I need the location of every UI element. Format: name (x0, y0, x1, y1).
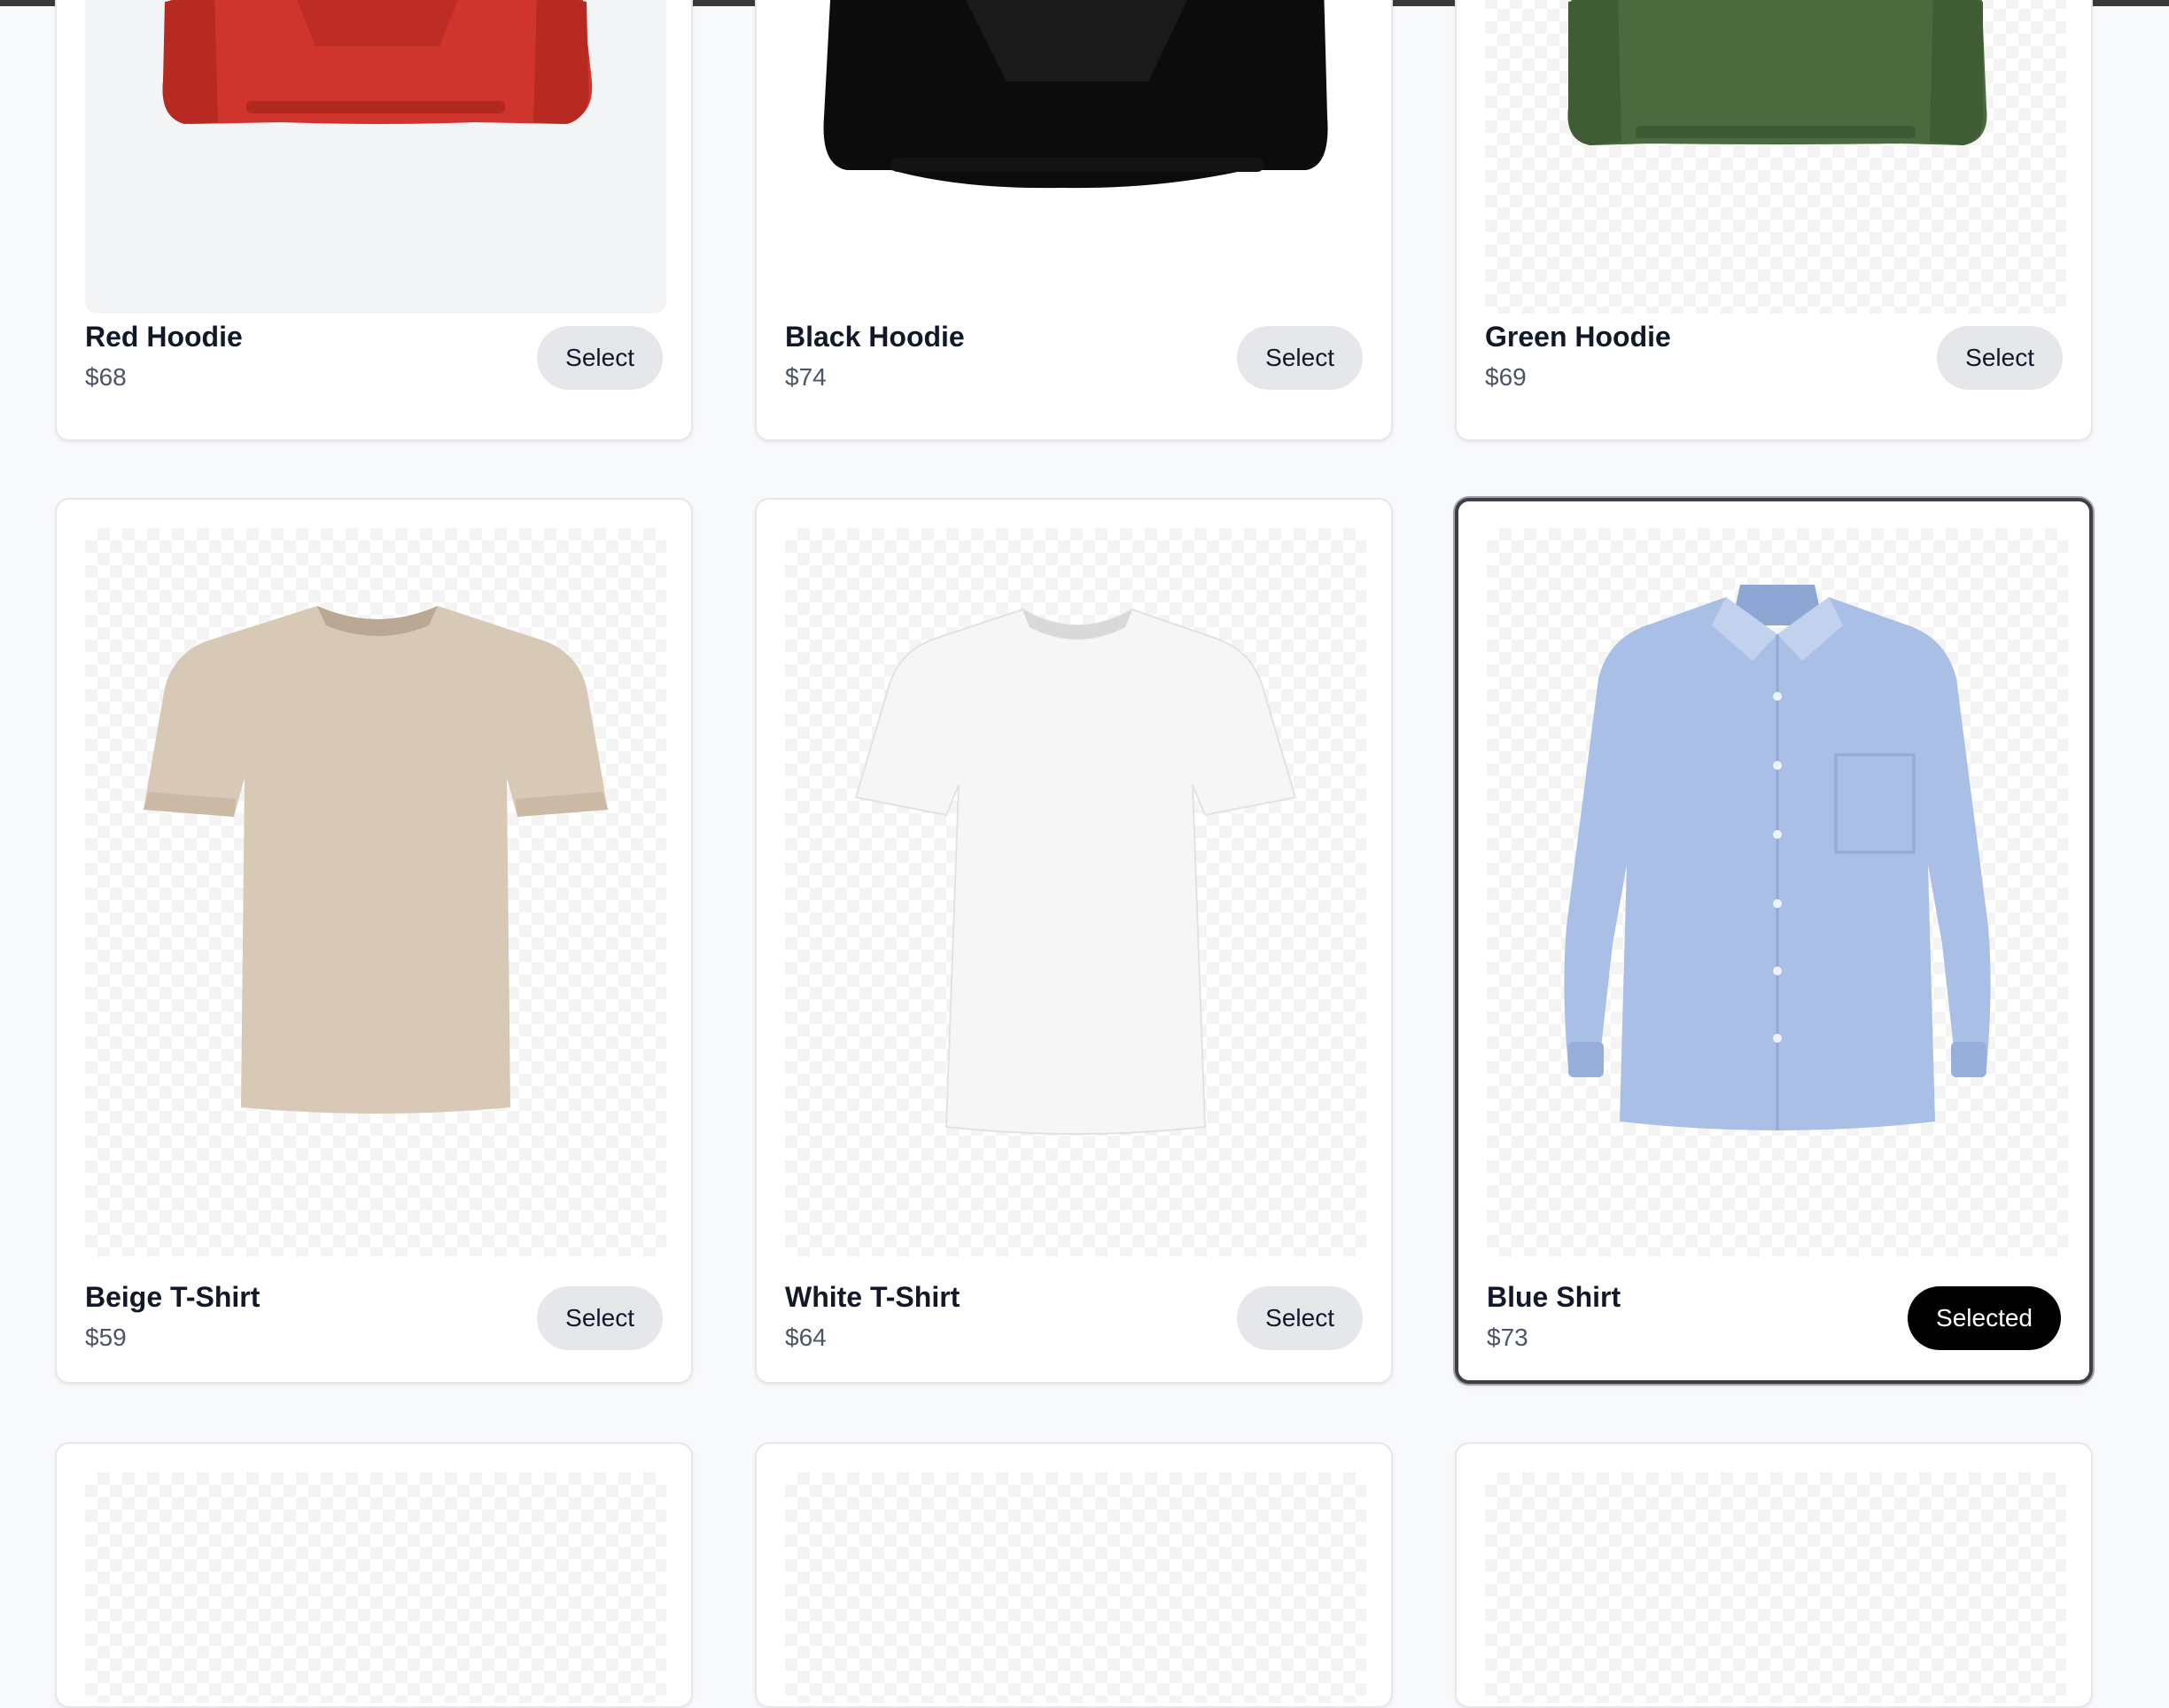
product-card-partial[interactable] (1455, 1442, 2093, 1708)
red-hoodie-image (162, 0, 593, 124)
product-card-black-hoodie[interactable]: Black Hoodie $74 Select (755, 0, 1393, 441)
product-card-green-hoodie[interactable]: Green Hoodie $69 Select (1455, 0, 2093, 441)
product-price: $68 (85, 363, 127, 391)
product-price: $59 (85, 1324, 127, 1351)
product-name: Red Hoodie (85, 321, 243, 353)
product-image-frame (1487, 528, 2068, 1256)
product-price: $64 (785, 1324, 827, 1351)
product-image-frame (85, 528, 666, 1256)
product-price: $73 (1487, 1324, 1528, 1351)
select-button[interactable]: Select (537, 326, 663, 390)
product-image-frame (785, 528, 1366, 1256)
product-card-beige-tshirt[interactable]: Beige T-Shirt $59 Select (55, 498, 693, 1384)
product-grid: Red Hoodie $68 Select Black Hoodie $74 S… (0, 0, 2169, 1708)
product-card-red-hoodie[interactable]: Red Hoodie $68 Select (55, 0, 693, 441)
product-card-blue-shirt[interactable]: Blue Shirt $73 Selected (1455, 498, 2093, 1384)
black-hoodie-image (823, 0, 1328, 189)
product-card-partial[interactable] (755, 1442, 1393, 1708)
blue-shirt-image (1564, 585, 1991, 1130)
product-name: Blue Shirt (1487, 1281, 1621, 1313)
select-button[interactable]: Select (1237, 1286, 1363, 1350)
product-card-white-tshirt[interactable]: White T-Shirt $64 Select (755, 498, 1393, 1384)
product-image-frame (85, 0, 666, 314)
green-hoodie-image (1567, 0, 1987, 145)
product-name: Beige T-Shirt (85, 1281, 260, 1313)
product-image-frame (1485, 0, 2066, 314)
selected-button[interactable]: Selected (1908, 1286, 2061, 1350)
product-price: $74 (785, 363, 827, 391)
select-button[interactable]: Select (537, 1286, 663, 1350)
product-name: Green Hoodie (1485, 321, 1671, 353)
product-card-partial[interactable] (55, 1442, 693, 1708)
beige-tshirt-image (144, 606, 608, 1114)
product-image-frame (85, 1472, 666, 1703)
product-image-frame (785, 0, 1366, 314)
select-button[interactable]: Select (1937, 326, 2063, 390)
product-name: White T-Shirt (785, 1281, 960, 1313)
select-button[interactable]: Select (1237, 326, 1363, 390)
product-image-frame (785, 1472, 1366, 1703)
product-name: Black Hoodie (785, 321, 965, 353)
product-image-frame (1485, 1472, 2066, 1703)
product-price: $69 (1485, 363, 1527, 391)
white-tshirt-image (854, 608, 1297, 1135)
